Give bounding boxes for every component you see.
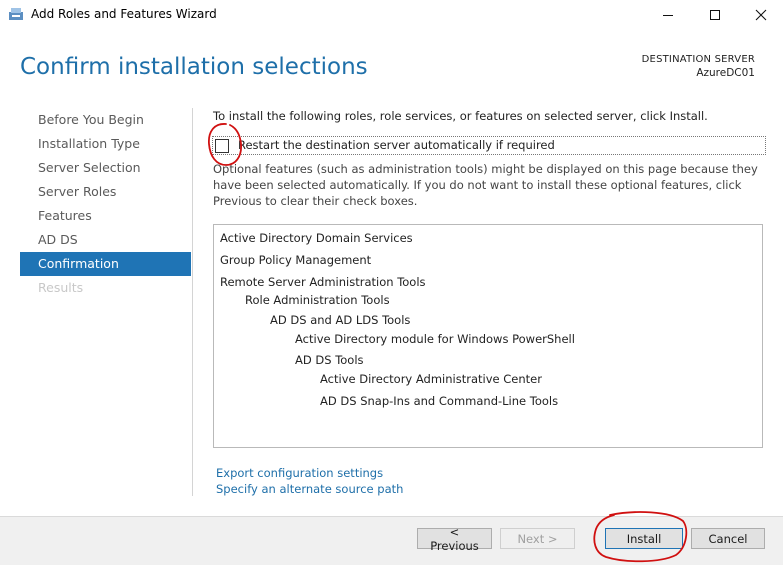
close-button[interactable] xyxy=(738,0,783,30)
nav-item-ad-ds[interactable]: AD DS xyxy=(20,228,191,252)
maximize-button[interactable] xyxy=(692,0,738,30)
feature-item: AD DS Tools xyxy=(295,353,364,367)
feature-item: Remote Server Administration Tools xyxy=(220,275,426,289)
window-title: Add Roles and Features Wizard xyxy=(31,7,217,21)
nav-item-features[interactable]: Features xyxy=(20,204,191,228)
nav-item-confirmation[interactable]: Confirmation xyxy=(20,252,191,276)
close-icon xyxy=(755,9,767,21)
alternate-source-path-link[interactable]: Specify an alternate source path xyxy=(216,481,403,497)
feature-item: Active Directory module for Windows Powe… xyxy=(295,332,575,346)
optional-features-note: Optional features (such as administratio… xyxy=(213,162,758,208)
page-title: Confirm installation selections xyxy=(20,54,368,80)
title-bar: Add Roles and Features Wizard xyxy=(0,0,783,30)
configuration-links: Export configuration settings Specify an… xyxy=(216,465,403,497)
nav-item-installation-type[interactable]: Installation Type xyxy=(20,132,191,156)
minimize-icon xyxy=(663,15,673,16)
destination-server-name: AzureDC01 xyxy=(696,67,755,79)
feature-item: Role Administration Tools xyxy=(245,293,390,307)
selected-features-list[interactable]: Active Directory Domain Services Group P… xyxy=(213,224,763,448)
nav-item-server-selection[interactable]: Server Selection xyxy=(20,156,191,180)
wizard-header: Confirm installation selections DESTINAT… xyxy=(0,30,783,106)
feature-item: AD DS and AD LDS Tools xyxy=(270,313,411,327)
wizard-steps-nav: Before You Begin Installation Type Serve… xyxy=(20,108,191,300)
install-button[interactable]: Install xyxy=(605,528,683,549)
restart-option[interactable]: Restart the destination server automatic… xyxy=(212,136,766,155)
next-button: Next > xyxy=(500,528,575,549)
restart-checkbox[interactable] xyxy=(215,139,229,153)
minimize-button[interactable] xyxy=(645,0,691,30)
maximize-icon xyxy=(710,10,720,20)
feature-item: Group Policy Management xyxy=(220,253,372,267)
sidebar-divider xyxy=(192,108,193,496)
feature-item: Active Directory Domain Services xyxy=(220,231,413,245)
intro-text: To install the following roles, role ser… xyxy=(213,109,708,123)
destination-server-label: DESTINATION SERVER xyxy=(641,54,755,65)
nav-item-server-roles[interactable]: Server Roles xyxy=(20,180,191,204)
server-manager-icon xyxy=(9,8,23,20)
feature-item: Active Directory Administrative Center xyxy=(320,372,542,386)
feature-item: AD DS Snap-Ins and Command-Line Tools xyxy=(320,394,559,408)
restart-checkbox-label[interactable]: Restart the destination server automatic… xyxy=(238,138,555,152)
wizard-footer: < Previous Next > Install Cancel xyxy=(0,516,783,565)
nav-item-results: Results xyxy=(38,280,84,295)
cancel-button[interactable]: Cancel xyxy=(691,528,765,549)
previous-button[interactable]: < Previous xyxy=(417,525,492,553)
nav-item-before-you-begin[interactable]: Before You Begin xyxy=(20,108,191,132)
export-configuration-link[interactable]: Export configuration settings xyxy=(216,465,403,481)
